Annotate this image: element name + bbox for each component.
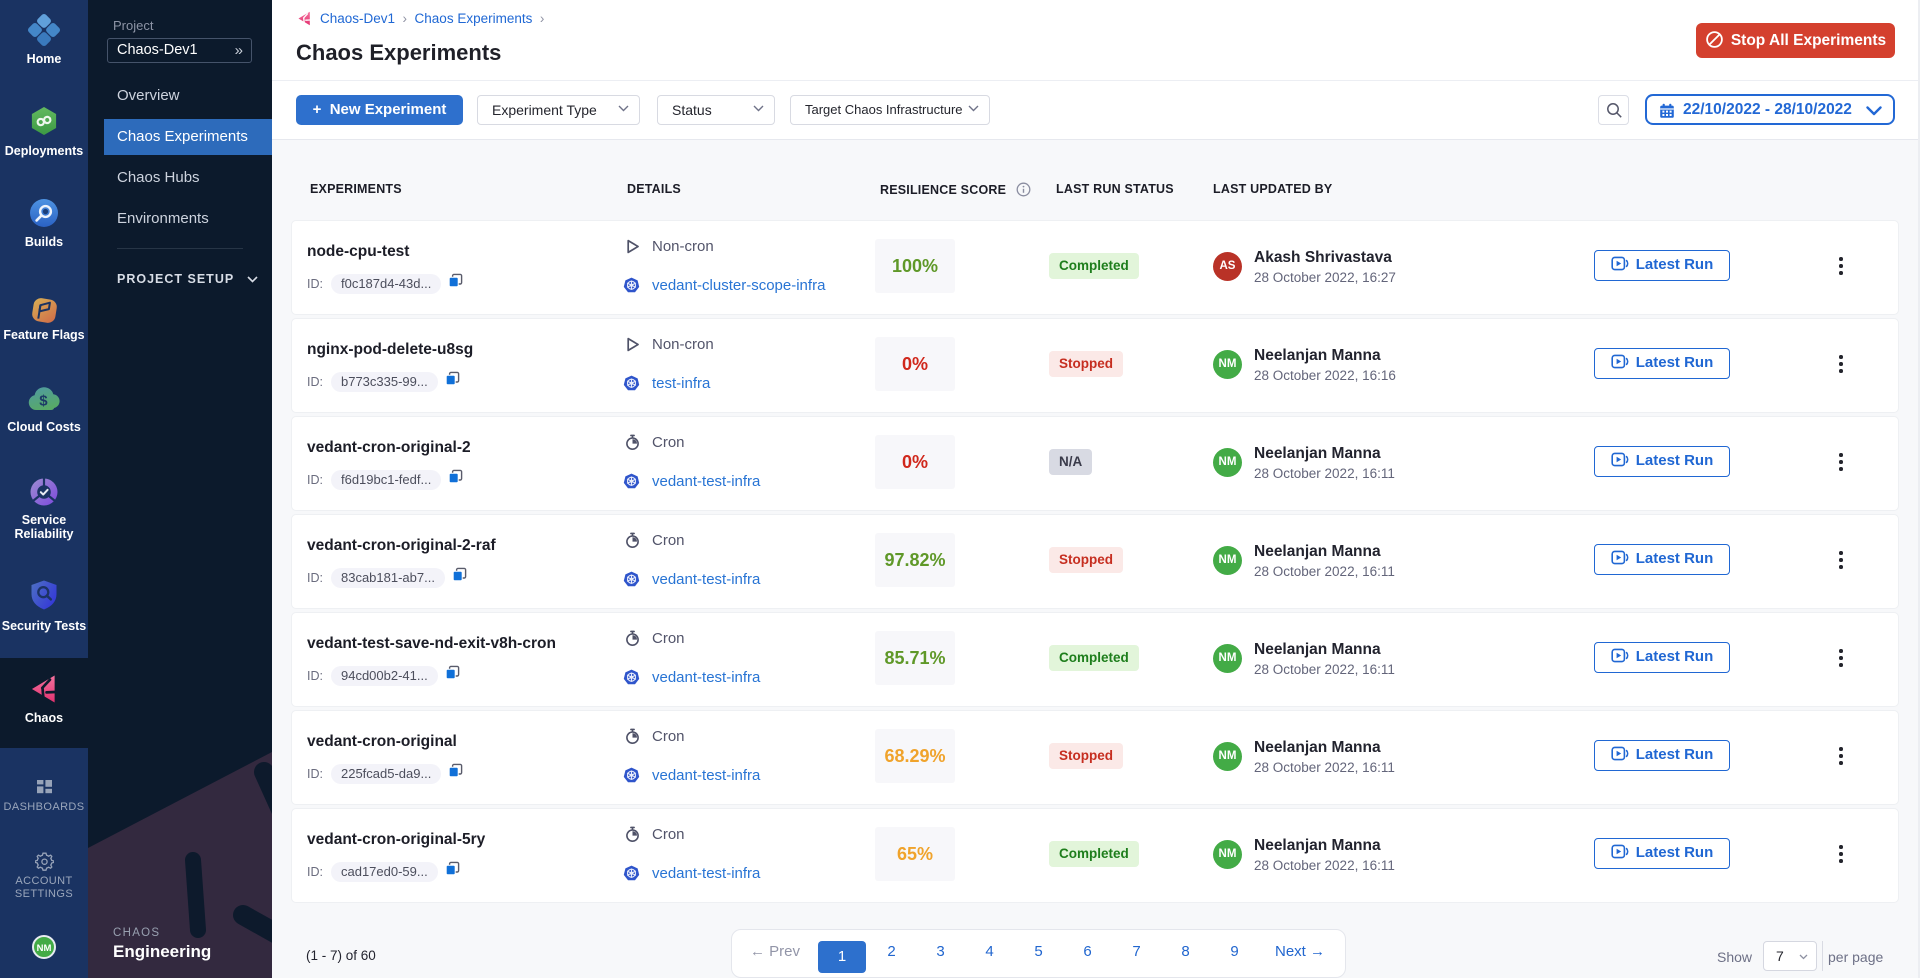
svg-text:$: $ [39, 393, 48, 410]
